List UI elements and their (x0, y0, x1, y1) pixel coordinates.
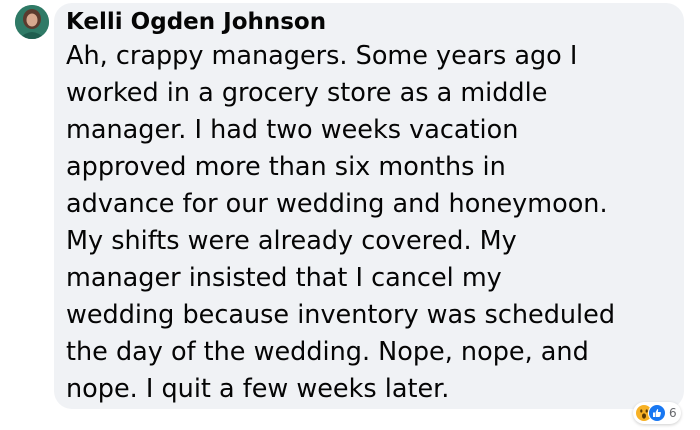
comment-text-line: worked in a grocery store as a middle (66, 78, 548, 108)
like-reaction-icon (648, 404, 666, 422)
avatar[interactable] (15, 5, 49, 39)
avatar-image (15, 5, 49, 39)
comment-author[interactable]: Kelli Ogden Johnson (66, 8, 326, 36)
comment-text-line: wedding because inventory was scheduled (66, 300, 616, 330)
reaction-count: 6 (669, 406, 677, 420)
reaction-summary[interactable]: 6 (633, 402, 681, 424)
comment-text-line: Ah, crappy managers. Some years ago I (66, 41, 578, 71)
comment-text-line: advance for our wedding and honeymoon. (66, 189, 608, 219)
comment-text-line: My shifts were already covered. My (66, 226, 517, 256)
comment-text-line: the day of the wedding. Nope, nope, and (66, 337, 589, 367)
comment-text-line: nope. I quit a few weeks later. (66, 374, 450, 404)
comment-bubble: Kelli Ogden Johnson Ah, crappy managers.… (54, 3, 684, 409)
comment-text: Ah, crappy managers. Some years ago I wo… (66, 38, 678, 408)
comment-text-line: manager insisted that I cancel my (66, 263, 502, 293)
comment-text-line: manager. I had two weeks vacation (66, 115, 519, 145)
comment-text-line: approved more than six months in (66, 152, 506, 182)
